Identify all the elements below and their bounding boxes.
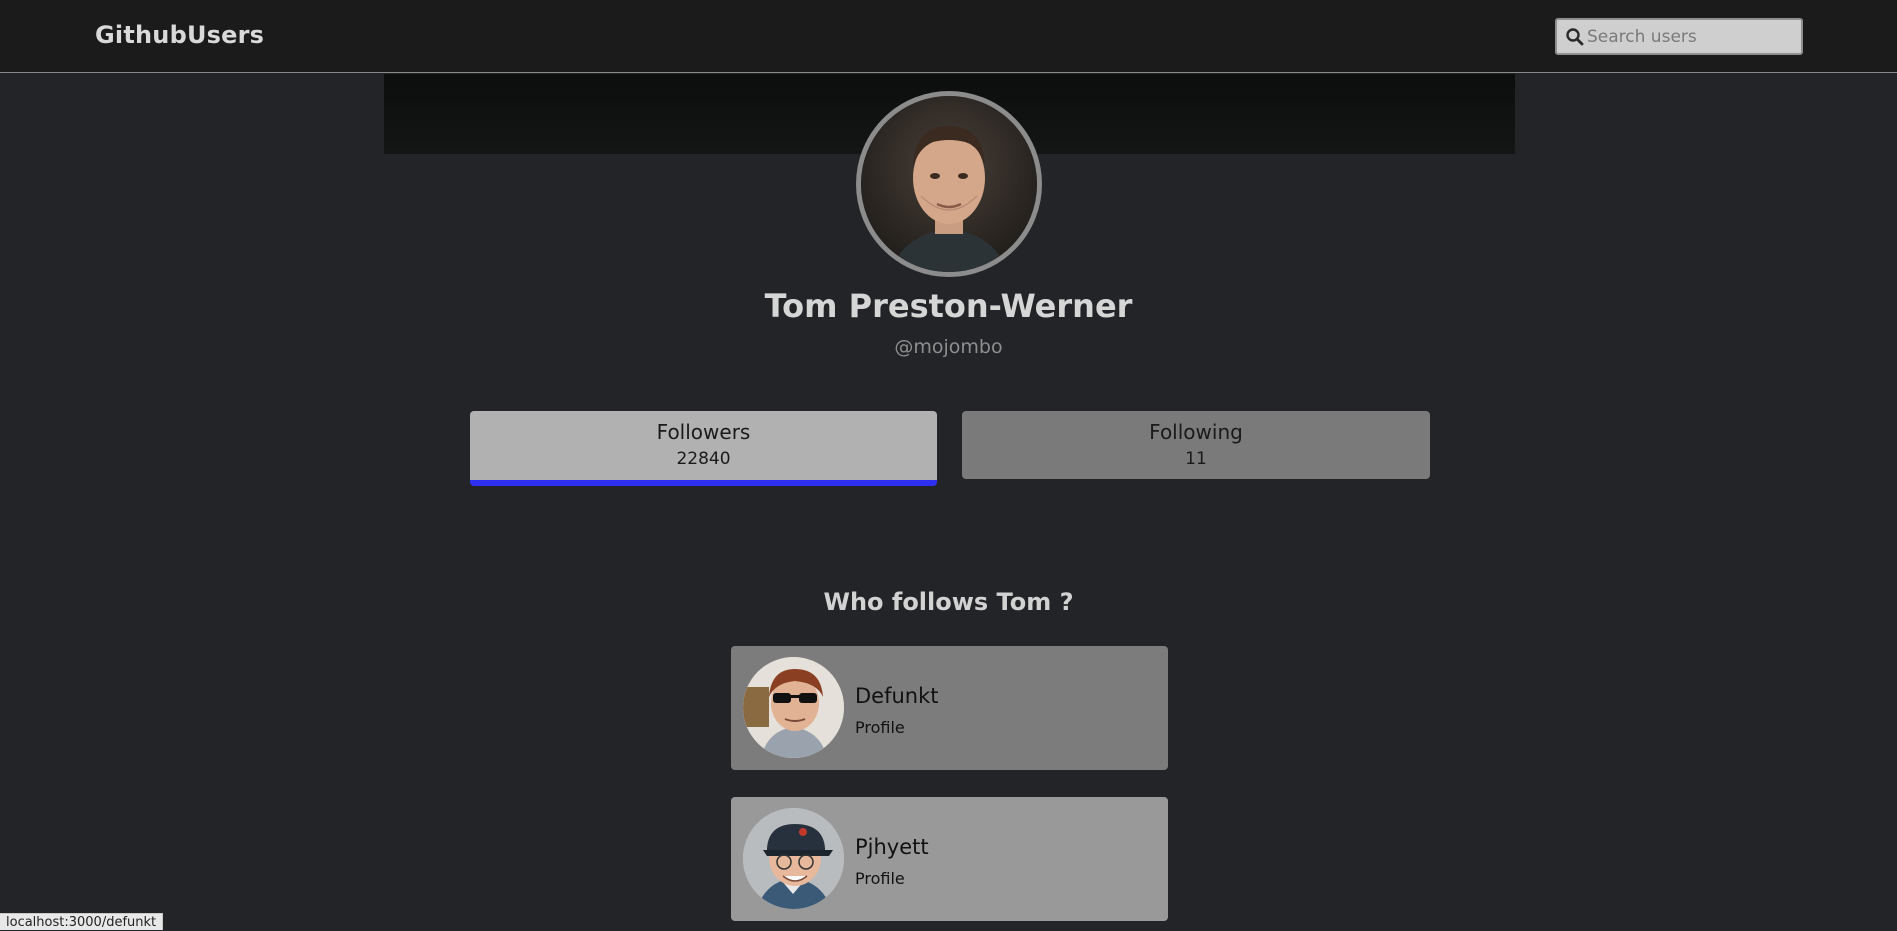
followers-count: 22840	[676, 449, 731, 469]
follower-card-defunkt[interactable]: Defunkt Profile	[731, 646, 1168, 770]
profile-name: Tom Preston-Werner	[764, 287, 1133, 325]
following-tab[interactable]: Following 11	[962, 411, 1430, 479]
browser-status-url: localhost:3000/defunkt	[0, 913, 164, 930]
profile-photo	[861, 96, 1037, 272]
brand-logo[interactable]: GithubUsers	[95, 21, 264, 49]
profile-handle: @mojombo	[894, 336, 1003, 358]
profile-avatar	[856, 91, 1042, 277]
search-icon	[1566, 28, 1584, 46]
following-count: 11	[1185, 449, 1207, 469]
followers-label: Followers	[656, 420, 751, 444]
profile-link[interactable]: Profile	[855, 718, 905, 737]
following-label: Following	[1149, 420, 1243, 444]
followers-section-title: Who follows Tom ?	[823, 588, 1074, 616]
search-box[interactable]	[1555, 18, 1803, 55]
top-navbar: GithubUsers	[0, 0, 1897, 73]
follower-card-pjhyett[interactable]: Pjhyett Profile	[731, 797, 1168, 921]
follower-name[interactable]: Pjhyett	[855, 835, 929, 859]
follower-name[interactable]: Defunkt	[855, 684, 939, 708]
avatar	[743, 657, 844, 758]
profile-link[interactable]: Profile	[855, 869, 905, 888]
followers-tab[interactable]: Followers 22840	[470, 411, 937, 486]
avatar	[743, 808, 844, 909]
search-input[interactable]	[1587, 22, 1797, 51]
